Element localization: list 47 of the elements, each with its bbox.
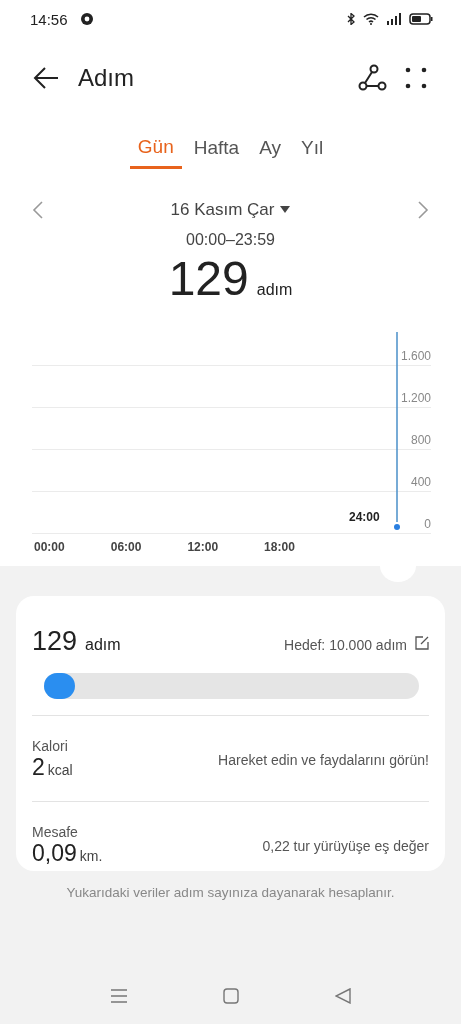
bluetooth-icon [346, 13, 356, 25]
back-icon[interactable] [32, 66, 60, 90]
footnote: Yukarıdaki veriler adım sayınıza dayanarak hesaplanır. [65, 885, 396, 900]
metric-unit: kcal [47, 762, 73, 778]
chart-cursor[interactable] [393, 332, 401, 532]
metric-note: 0,22 tur yürüyüşe eş değer [262, 837, 429, 854]
period-tab[interactable]: Yıl [293, 132, 332, 169]
step-count: 129 [168, 251, 249, 306]
goal-text: Hedef: 10.000 adım [284, 637, 407, 653]
metric-value: 0,09 [32, 840, 77, 866]
caret-icon [280, 206, 291, 214]
signal-icon [386, 13, 402, 25]
battery-icon [409, 13, 433, 25]
axis-label: 1.600 [398, 349, 431, 363]
metric-value: 2 [32, 754, 45, 780]
period-tab[interactable]: Ay [251, 132, 289, 169]
period-tab[interactable]: Hafta [185, 132, 248, 169]
page-title: Adım [78, 64, 134, 92]
status-time: 14:56 [30, 10, 68, 28]
previous-icon[interactable] [32, 201, 44, 219]
wifi-icon [363, 13, 379, 25]
metric-label: Mesafe [32, 824, 79, 840]
axis-label: 00:00 [34, 540, 65, 554]
axis-label: 06:00 [110, 540, 142, 554]
step-unit: adım [85, 636, 121, 654]
app-icon [80, 13, 93, 25]
next-icon[interactable] [417, 201, 429, 219]
axis-label: 1.200 [398, 391, 431, 405]
home-icon[interactable] [222, 988, 239, 1004]
menu-icon[interactable] [110, 989, 127, 1003]
share-icon[interactable] [357, 64, 387, 92]
axis-label: 0 [422, 517, 431, 531]
metric-note: Hareket edin ve faydalarını görün! [218, 751, 429, 768]
more-icon[interactable] [405, 67, 427, 89]
axis-label: 800 [408, 433, 431, 447]
edit-icon[interactable] [415, 636, 429, 650]
step-count: 129 [32, 626, 78, 657]
axis-label: 12:00 [187, 540, 219, 554]
metric-unit: km. [79, 848, 103, 864]
axis-label: 18:00 [264, 540, 295, 554]
axis-label: 400 [408, 475, 431, 489]
cursor-time-label: 24:00 [349, 510, 380, 524]
step-unit: adım [256, 281, 293, 299]
date-picker[interactable]: 16 Kasım Çar [164, 199, 297, 221]
metric-label: Kalori [32, 738, 69, 754]
back-nav-icon[interactable] [334, 988, 351, 1004]
time-range: 00:00–23:59 [185, 231, 276, 249]
